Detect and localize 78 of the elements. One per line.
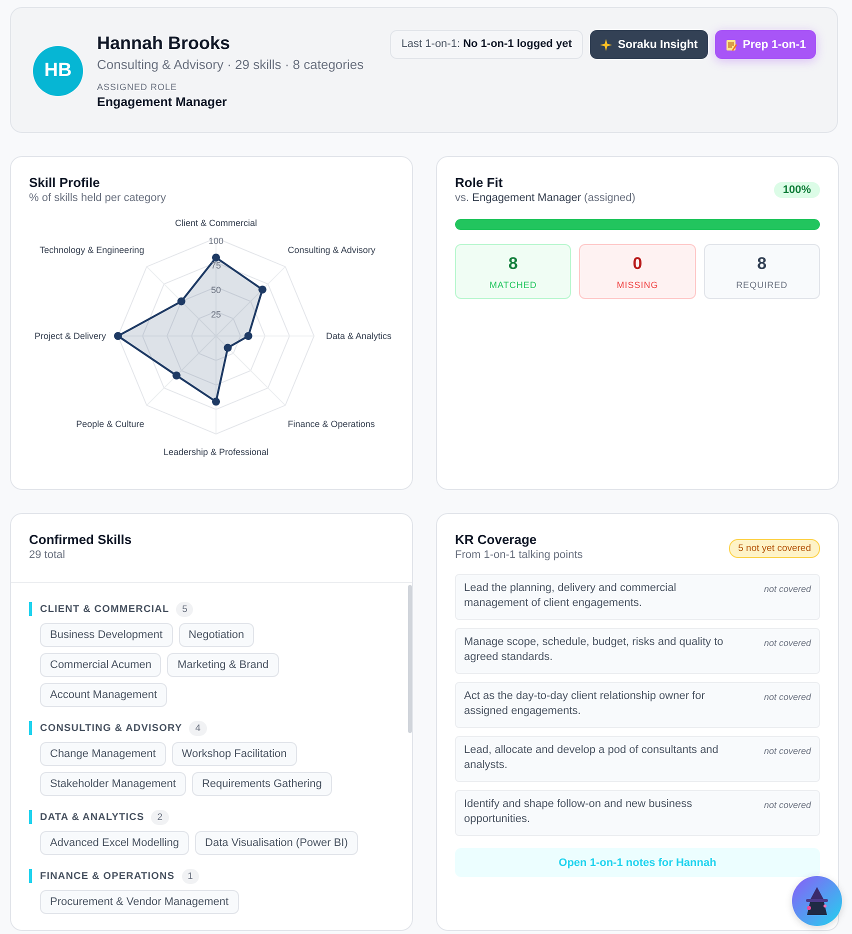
kr-text: Lead, allocate and develop a pod of consultants and analysts.: [464, 743, 720, 773]
scrollbar[interactable]: [408, 585, 412, 733]
data-point: [244, 332, 252, 340]
role-label: ASSIGNED ROLE: [97, 82, 178, 92]
kr-status: not covered: [764, 584, 811, 596]
skill-tag: Workshop Facilitation: [172, 742, 297, 766]
skill-tag: Marketing & Brand: [167, 653, 279, 677]
profile-summary: Consulting & Advisory · 29 skills · 8 categories: [97, 57, 365, 72]
kr-text: Manage scope, schedule, budget, risks and quality to agreed standards.: [464, 635, 724, 665]
card-subtitle: vs. Engagement Manager (assigned): [455, 192, 636, 204]
axis-label: Client & Commercial: [174, 218, 258, 228]
tick-label: 100: [208, 236, 224, 246]
skill-tag: Data Visualisation (Power BI): [195, 831, 358, 855]
avatar: HB: [33, 46, 83, 96]
card-title: Confirmed Skills: [29, 532, 133, 547]
count-badge: 5: [176, 602, 194, 616]
kr-text: Act as the day-to-day client relationship owner for assigned engagements.: [464, 689, 706, 719]
category-heading: FINANCE & OPERATIONS: [40, 870, 175, 882]
fit-percentage-badge: 100%: [774, 182, 820, 198]
axis-label: Leadership & Professional: [163, 447, 269, 457]
card-subtitle: From 1-on-1 talking points: [455, 549, 583, 561]
data-point: [212, 254, 220, 262]
kr-status: not covered: [764, 800, 811, 812]
skill-tag: Negotiation: [178, 623, 254, 647]
category-heading: CLIENT & COMMERCIAL: [40, 604, 170, 614]
data-point: [258, 286, 266, 294]
last-one-on-one-badge: Last 1-on-1: No 1-on-1 logged yet: [390, 30, 583, 59]
count-badge: 2: [151, 810, 169, 824]
skill-tag: Stakeholder Management: [40, 772, 186, 796]
skill-tag: Account Management: [40, 683, 168, 707]
data-point: [212, 398, 220, 406]
stat-label: MISSING: [616, 280, 658, 290]
category-heading: CONSULTING & ADVISORY: [40, 722, 182, 734]
stat-label: REQUIRED: [736, 280, 788, 290]
notepad-icon: [724, 38, 737, 50]
prep-button[interactable]: Prep 1-on-1: [714, 30, 816, 59]
skill-tag: Procurement & Vendor Management: [40, 890, 239, 914]
axis-label: Data & Analytics: [326, 331, 392, 341]
skill-tag: Requirements Gathering: [192, 772, 332, 796]
kr-text: Lead the planning, delivery and commercial management of client engagements.: [464, 581, 678, 611]
data-point: [114, 332, 122, 340]
tick-label: 75: [211, 260, 221, 270]
axis-label: Technology & Engineering: [40, 245, 144, 256]
role-name: Engagement Manager: [97, 95, 228, 109]
skill-tag: Advanced Excel Modelling: [40, 831, 190, 855]
tick-label: 25: [211, 310, 221, 320]
stat-value: 8: [757, 254, 767, 274]
data-point: [172, 372, 180, 380]
category-heading: DATA & ANALYTICS: [40, 812, 144, 822]
data-point: [224, 344, 232, 352]
kr-status: not covered: [764, 692, 811, 704]
card-title: KR Coverage: [455, 532, 538, 547]
stat-value: 0: [632, 254, 642, 274]
axis-label: Project & Delivery: [34, 331, 106, 341]
card-title: Role Fit: [455, 175, 504, 190]
skill-tag: Change Management: [40, 742, 166, 766]
card-subtitle: 29 total: [29, 549, 66, 561]
sparkle-icon: [600, 38, 612, 50]
kr-status: not covered: [764, 638, 811, 650]
count-badge: 4: [189, 720, 207, 736]
tick-label: 50: [211, 285, 221, 295]
wizard-icon: [803, 886, 831, 916]
card-subtitle: % of skills held per category: [29, 192, 167, 204]
stat-value: 8: [508, 254, 518, 274]
coverage-badge: 5 not yet covered: [729, 539, 820, 558]
stat-label: MATCHED: [489, 280, 537, 290]
count-badge: 1: [182, 868, 199, 884]
person-name: Hannah Brooks: [97, 33, 232, 54]
data-point: [177, 297, 186, 306]
skill-tag: Commercial Acumen: [40, 653, 162, 677]
card-title: Skill Profile: [29, 175, 101, 190]
insight-button[interactable]: Soraku Insight: [590, 30, 708, 59]
kr-text: Identify and shape follow-on and new business opportunities.: [464, 797, 694, 827]
axis-label: People & Culture: [76, 418, 144, 429]
axis-label: Finance & Operations: [288, 418, 375, 429]
kr-status: not covered: [764, 746, 811, 758]
skill-tag: Business Development: [40, 623, 173, 647]
axis-label: Consulting & Advisory: [288, 245, 376, 256]
